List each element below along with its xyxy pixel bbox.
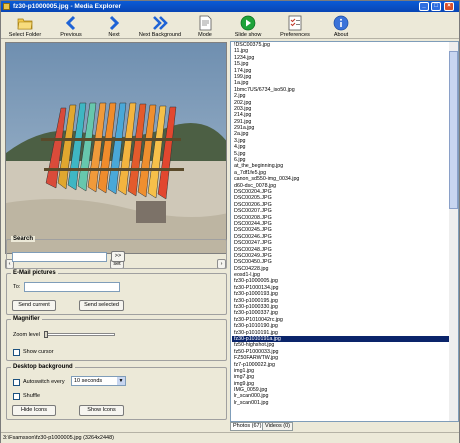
email-title: E-Mail pictures <box>11 270 58 276</box>
search-title: Search <box>11 236 36 242</box>
tab-videos[interactable]: Videos (0) <box>262 422 293 431</box>
shuffle-label: Shuffle <box>23 393 41 399</box>
interval-value: 10 seconds <box>74 378 103 384</box>
zoom-label: Zoom level <box>13 332 40 338</box>
info-icon <box>333 15 349 31</box>
preferences-button[interactable]: Preferences <box>279 14 311 39</box>
chevron-down-icon: ▼ <box>117 377 125 385</box>
photo-preview <box>5 42 227 254</box>
magnifier-group: Magnifier Zoom level Show cursor <box>6 316 227 361</box>
hide-icons-button[interactable]: Hide Icons <box>12 405 56 416</box>
left-pane: ‹ set › Search >> E-Mail pictures To: Se… <box>3 41 227 430</box>
status-path: 3:\Fsamsson\fz30-p1000005.jpg (3264x2448… <box>3 435 114 441</box>
minimize-button[interactable]: _ <box>419 2 429 11</box>
double-chevron-right-icon <box>153 16 168 30</box>
mode-button[interactable]: Mode <box>193 14 217 39</box>
toolbar: Select Folder Previous Next Next Backgro… <box>1 12 459 39</box>
email-group: E-Mail pictures To: Send current Send se… <box>6 270 227 315</box>
file-list-pane: !DSC00375.jpg 11.jpg 1234.jpg 15.jpg 174.jpg… <box>230 41 459 422</box>
main-window: fz30-p1000005.jpg - Media Explorer _ □ ×… <box>0 0 460 443</box>
file-list[interactable]: !DSC00375.jpg 11.jpg 1234.jpg 15.jpg 174.jpg… <box>232 42 450 406</box>
tab-photos[interactable]: Photos (67) <box>230 422 265 431</box>
scrollbar-thumb[interactable] <box>449 51 458 209</box>
show-cursor-checkbox[interactable] <box>13 349 20 356</box>
show-cursor-label: Show cursor <box>23 349 54 355</box>
maximize-button[interactable]: □ <box>431 2 441 11</box>
send-selected-button[interactable]: Send selected <box>79 300 124 311</box>
media-tabs: Photos (67) Videos (0) <box>230 422 459 431</box>
to-label: To: <box>13 284 21 290</box>
magnifier-title: Magnifier <box>11 316 42 322</box>
shuffle-checkbox[interactable] <box>13 393 20 400</box>
checklist-icon <box>288 15 302 31</box>
previous-button[interactable]: Previous <box>55 14 87 39</box>
app-icon <box>3 3 10 10</box>
about-button[interactable]: About <box>329 14 353 39</box>
chevron-right-icon <box>109 15 120 31</box>
desktop-background-title: Desktop background <box>11 364 75 370</box>
autoswitch-label: Autoswitch every <box>23 379 65 385</box>
next-background-button[interactable]: Next Background <box>137 14 183 39</box>
status-bar: 3:\Fsamsson\fz30-p1000005.jpg (3264x2448… <box>1 432 459 443</box>
select-folder-button[interactable]: Select Folder <box>5 14 45 39</box>
document-icon <box>199 15 212 31</box>
email-to-input[interactable] <box>24 282 120 292</box>
search-go-button[interactable]: >> <box>111 251 125 262</box>
kayaks-beach-image <box>6 43 226 253</box>
autoswitch-checkbox[interactable] <box>13 379 20 386</box>
desktop-background-group: Desktop background Autoswitch every 10 s… <box>6 364 227 420</box>
play-icon <box>240 15 256 31</box>
chevron-left-icon <box>65 15 76 31</box>
scrollbar[interactable] <box>449 42 458 421</box>
zoom-slider[interactable] <box>44 331 115 338</box>
search-input[interactable] <box>12 252 107 262</box>
search-group: Search >> <box>6 236 227 269</box>
folder-icon <box>17 18 33 30</box>
next-button[interactable]: Next <box>101 14 127 39</box>
list-item[interactable]: lr_scan001.jpg <box>232 400 450 406</box>
close-button[interactable]: × <box>444 2 454 11</box>
slide-show-button[interactable]: Slide show <box>233 14 263 39</box>
send-current-button[interactable]: Send current <box>12 300 56 311</box>
interval-select[interactable]: 10 seconds ▼ <box>71 376 126 386</box>
show-icons-button[interactable]: Show Icons <box>79 405 124 416</box>
title-bar: fz30-p1000005.jpg - Media Explorer _ □ × <box>1 1 459 12</box>
window-title: fz30-p1000005.jpg - Media Explorer <box>13 3 122 10</box>
